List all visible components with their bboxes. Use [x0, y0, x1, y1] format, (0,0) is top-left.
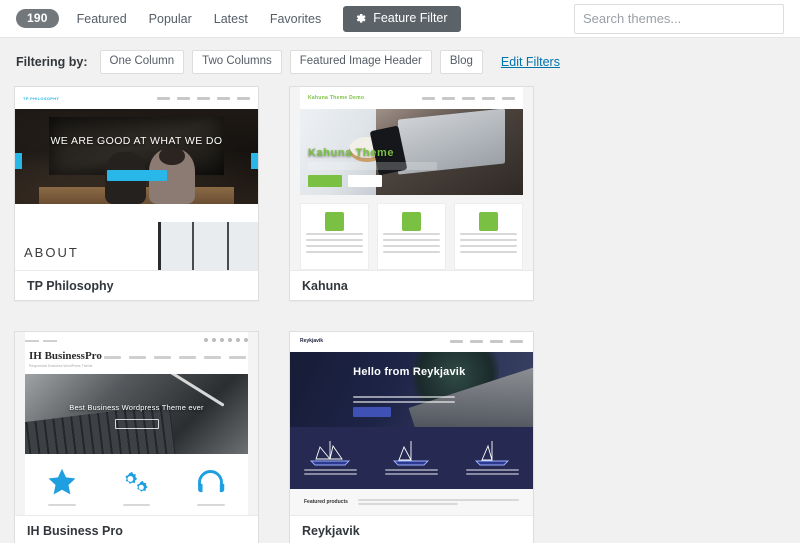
feature-filter-button[interactable]: Feature Filter [343, 5, 461, 32]
mockup-feature-star [25, 466, 99, 508]
mockup-boat-item [375, 439, 448, 477]
mockup-hero-title: WE ARE GOOD AT WHAT WE DO [50, 134, 223, 147]
tab-favorites[interactable]: Favorites [270, 12, 321, 26]
mockup-brand: Reykjavik [300, 338, 324, 344]
tab-popular[interactable]: Popular [149, 12, 192, 26]
theme-preview-mockup: TP PHILOSOPHY WE ARE GOOD AT WHAT WE DO … [15, 87, 258, 270]
theme-preview-mockup: Kahuna Theme Demo Kahuna Theme [290, 87, 533, 270]
theme-name-bar: TP Philosophy [15, 270, 258, 300]
mockup-feature-gears [100, 466, 174, 508]
theme-preview-mockup: Reykjavik Hello from Reykjavik Featured … [290, 332, 533, 515]
gears-icon [100, 466, 174, 499]
mockup-brand: IH BusinessPro [29, 350, 102, 362]
search-container [574, 3, 784, 34]
tab-latest[interactable]: Latest [214, 12, 248, 26]
mockup-footer-label: Featured products [304, 499, 348, 505]
theme-card-ih-business-pro[interactable]: IH BusinessPro Responsive Business WordP… [14, 331, 259, 543]
gear-icon [354, 12, 367, 25]
star-icon [25, 466, 99, 499]
active-filters-bar: Filtering by: One Column Two Columns Fea… [0, 38, 800, 86]
theme-card-tp-philosophy[interactable]: TP PHILOSOPHY WE ARE GOOD AT WHAT WE DO … [14, 86, 259, 301]
theme-name-bar: Reykjavik [290, 515, 533, 543]
headset-icon [174, 466, 248, 499]
theme-screenshot[interactable]: IH BusinessPro Responsive Business WordP… [15, 332, 258, 515]
theme-card-reykjavik[interactable]: Reykjavik Hello from Reykjavik Featured … [289, 331, 534, 543]
tab-featured[interactable]: Featured [77, 12, 127, 26]
theme-screenshot[interactable]: TP PHILOSOPHY WE ARE GOOD AT WHAT WE DO … [15, 87, 258, 270]
mockup-section-label: ABOUT [24, 245, 79, 260]
mockup-feature-headset [174, 466, 248, 508]
theme-name: IH Business Pro [27, 523, 123, 538]
filtering-by-label: Filtering by: [16, 55, 88, 69]
search-input[interactable] [574, 3, 784, 34]
theme-count-badge: 190 [16, 9, 59, 28]
theme-screenshot[interactable]: Kahuna Theme Demo Kahuna Theme [290, 87, 533, 270]
filter-chip-one-column: One Column [99, 49, 185, 75]
mockup-boat-item [456, 439, 529, 477]
mockup-boat-item [294, 439, 367, 477]
theme-name: Kahuna [302, 278, 348, 293]
theme-screenshot[interactable]: Reykjavik Hello from Reykjavik Featured … [290, 332, 533, 515]
filter-chip-two-columns: Two Columns [192, 49, 282, 75]
filter-chip-featured-image-header: Featured Image Header [289, 49, 432, 75]
feature-filter-label: Feature Filter [373, 10, 448, 25]
filter-chip-blog: Blog [439, 49, 483, 75]
theme-grid: TP PHILOSOPHY WE ARE GOOD AT WHAT WE DO … [0, 86, 800, 543]
mockup-brand-tagline: Responsive Business WordPress Theme [29, 364, 93, 368]
theme-name: Reykjavik [302, 523, 360, 538]
theme-browser-toolbar: 190 Featured Popular Latest Favorites Fe… [0, 0, 800, 38]
theme-name-bar: Kahuna [290, 270, 533, 300]
mockup-hero-title: Best Business Wordpress Theme ever [69, 402, 204, 412]
edit-filters-link[interactable]: Edit Filters [501, 55, 560, 69]
theme-name: TP Philosophy [27, 278, 114, 293]
mockup-hero-title: Kahuna Theme [308, 146, 395, 159]
theme-preview-mockup: IH BusinessPro Responsive Business WordP… [15, 332, 258, 515]
theme-card-kahuna[interactable]: Kahuna Theme Demo Kahuna Theme Kahuna [289, 86, 534, 301]
mockup-hero-title: Hello from Reykjavik [353, 365, 466, 378]
theme-name-bar: IH Business Pro [15, 515, 258, 543]
